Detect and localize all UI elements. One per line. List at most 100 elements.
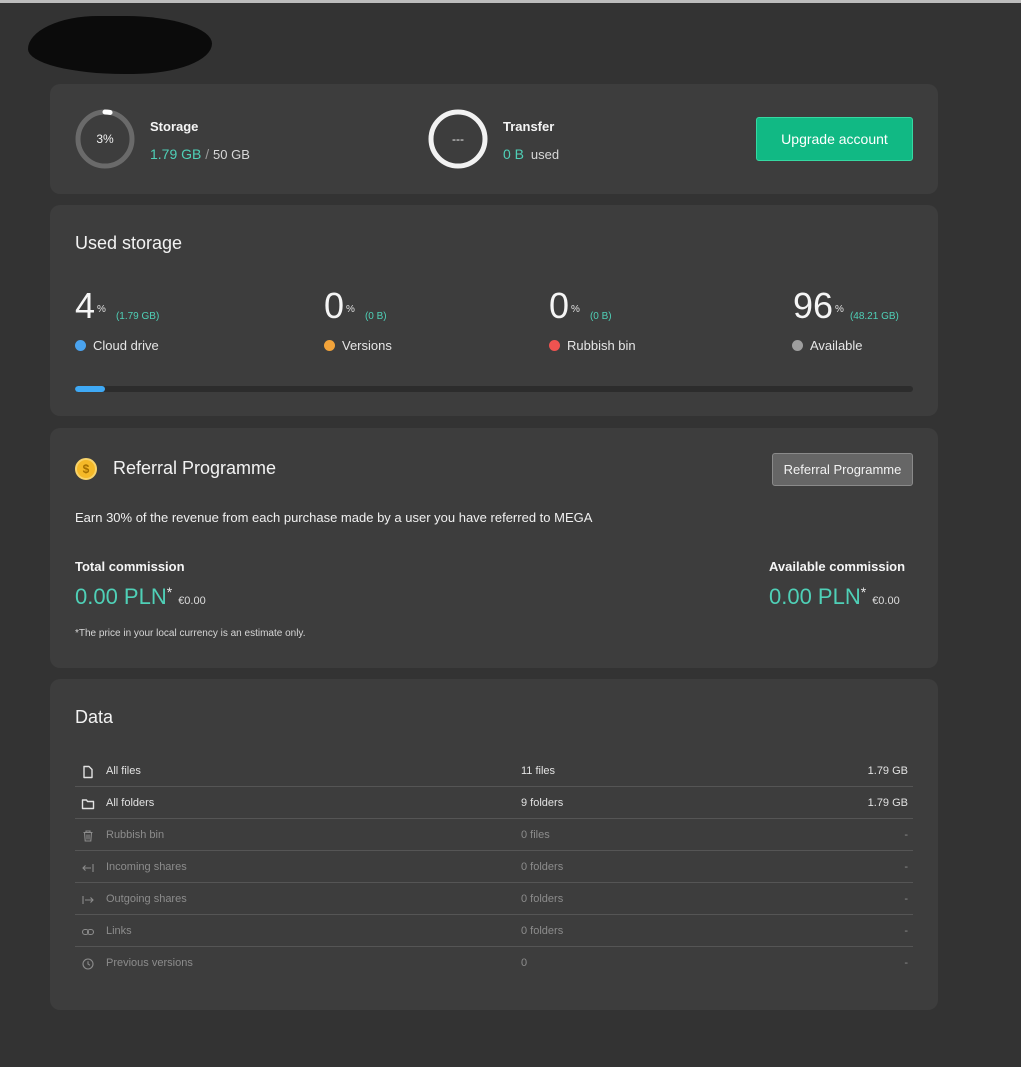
row-size: - (904, 925, 908, 937)
storage-usage: 1.79 GB / 50 GB (150, 146, 250, 162)
used-storage-card: Used storage 4 % (1.79 GB) 0 % (0 B) 0 % (0 B)… (50, 205, 938, 416)
row-name: Outgoing shares (106, 893, 187, 905)
row-name: Previous versions (106, 957, 193, 969)
legend-versions: Versions (324, 338, 392, 353)
row-count: 0 folders (521, 893, 564, 905)
legend-cloud-drive: Cloud drive (75, 338, 159, 353)
redacted-account-name (28, 16, 212, 74)
available-stat: 96 % (48.21 GB) (793, 288, 899, 324)
storage-total-value: 50 GB (213, 147, 250, 162)
legend-rubbish-bin-label: Rubbish bin (567, 338, 636, 353)
row-count: 0 folders (521, 861, 564, 873)
table-row[interactable]: Links 0 folders - (75, 915, 913, 947)
rubbish-bin-size: (0 B) (589, 311, 612, 322)
row-size: 1.79 GB (867, 765, 908, 777)
storage-used-value: 1.79 GB (150, 146, 202, 162)
referral-description: Earn 30% of the revenue from each purcha… (75, 510, 593, 525)
transfer-usage: 0 B used (503, 146, 559, 162)
history-icon (81, 957, 95, 971)
versions-stat: 0 % (0 B) (324, 288, 387, 324)
storage-usage-bar-fill (75, 386, 106, 392)
currency-estimate-note: *The price in your local currency is an … (75, 628, 306, 639)
row-count: 11 files (521, 765, 556, 777)
rubbish-bin-percent: 0 (549, 285, 570, 326)
percent-symbol: % (571, 304, 580, 315)
cloud-drive-stat: 4 % (1.79 GB) (75, 288, 159, 324)
transfer-title: Transfer (503, 119, 555, 134)
table-row[interactable]: Incoming shares 0 folders - (75, 851, 913, 883)
row-size: - (904, 957, 908, 969)
total-commission-value: 0.00 PLN* €0.00 (75, 584, 206, 610)
data-table: All files 11 files 1.79 GB All folders 9… (75, 755, 913, 979)
transfer-used-value: 0 B (503, 146, 525, 162)
row-count: 9 folders (521, 797, 564, 809)
legend-available: Available (792, 338, 863, 353)
available-dot-icon (792, 340, 803, 351)
available-commission-asterisk: * (860, 584, 867, 600)
window-top-border (0, 0, 1021, 3)
available-size: (48.21 GB) (849, 311, 899, 322)
cloud-drive-size: (1.79 GB) (115, 311, 160, 322)
storage-progress-ring: 3% (74, 108, 136, 170)
row-count: 0 (521, 957, 528, 969)
percent-symbol: % (97, 304, 106, 315)
referral-programme-button[interactable]: Referral Programme (772, 453, 913, 486)
row-size: 1.79 GB (867, 797, 908, 809)
used-storage-title: Used storage (75, 233, 183, 253)
row-size: - (904, 893, 908, 905)
available-commission-amount: 0.00 PLN (769, 584, 861, 609)
data-title: Data (75, 707, 114, 727)
storage-transfer-summary-card: 3% Storage 1.79 GB / 50 GB --- Transfer … (50, 84, 938, 194)
available-commission-eur: €0.00 (872, 595, 900, 607)
referral-programme-card: $ Referral Programme Referral Programme … (50, 428, 938, 668)
link-icon (81, 925, 95, 939)
percent-symbol: % (346, 304, 355, 315)
legend-cloud-drive-label: Cloud drive (93, 338, 159, 353)
row-name: Rubbish bin (106, 829, 165, 841)
versions-size: (0 B) (364, 311, 387, 322)
available-percent: 96 (793, 285, 834, 326)
cloud-drive-dot-icon (75, 340, 86, 351)
transfer-ring-label: --- (452, 132, 464, 146)
table-row[interactable]: Outgoing shares 0 folders - (75, 883, 913, 915)
legend-available-label: Available (810, 338, 863, 353)
file-icon (81, 765, 95, 779)
total-commission-asterisk: * (166, 584, 173, 600)
total-commission-eur: €0.00 (178, 595, 206, 607)
row-name: All folders (106, 797, 155, 809)
table-row[interactable]: Previous versions 0 - (75, 947, 913, 979)
upgrade-account-button[interactable]: Upgrade account (756, 117, 913, 161)
storage-usage-bar (75, 386, 913, 392)
row-size: - (904, 861, 908, 873)
data-card: Data All files 11 files 1.79 GB All fold… (50, 679, 938, 1010)
table-row[interactable]: All files 11 files 1.79 GB (75, 755, 913, 787)
versions-percent: 0 (324, 285, 345, 326)
legend-versions-label: Versions (342, 338, 392, 353)
rubbish-bin-stat: 0 % (0 B) (549, 288, 612, 324)
percent-symbol: % (835, 304, 844, 315)
storage-separator: / (205, 146, 210, 162)
row-count: 0 folders (521, 925, 564, 937)
referral-title: Referral Programme (113, 458, 277, 478)
table-row[interactable]: All folders 9 folders 1.79 GB (75, 787, 913, 819)
transfer-progress-ring: --- (427, 108, 489, 170)
row-name: Incoming shares (106, 861, 187, 873)
row-count: 0 files (521, 829, 550, 841)
versions-dot-icon (324, 340, 335, 351)
row-name: Links (106, 925, 132, 937)
transfer-used-suffix: used (530, 147, 560, 162)
row-name: All files (106, 765, 141, 777)
legend-rubbish-bin: Rubbish bin (549, 338, 636, 353)
storage-title: Storage (150, 119, 199, 134)
available-commission-value: 0.00 PLN* €0.00 (769, 584, 900, 610)
rubbish-bin-dot-icon (549, 340, 560, 351)
cloud-drive-percent: 4 (75, 285, 96, 326)
table-row[interactable]: Rubbish bin 0 files - (75, 819, 913, 851)
outgoing-shares-icon (81, 893, 95, 907)
total-commission-amount: 0.00 PLN (75, 584, 167, 609)
row-size: - (904, 829, 908, 841)
folder-icon (81, 797, 95, 811)
coin-icon: $ (75, 458, 97, 480)
incoming-shares-icon (81, 861, 95, 875)
available-commission-label: Available commission (769, 559, 906, 574)
